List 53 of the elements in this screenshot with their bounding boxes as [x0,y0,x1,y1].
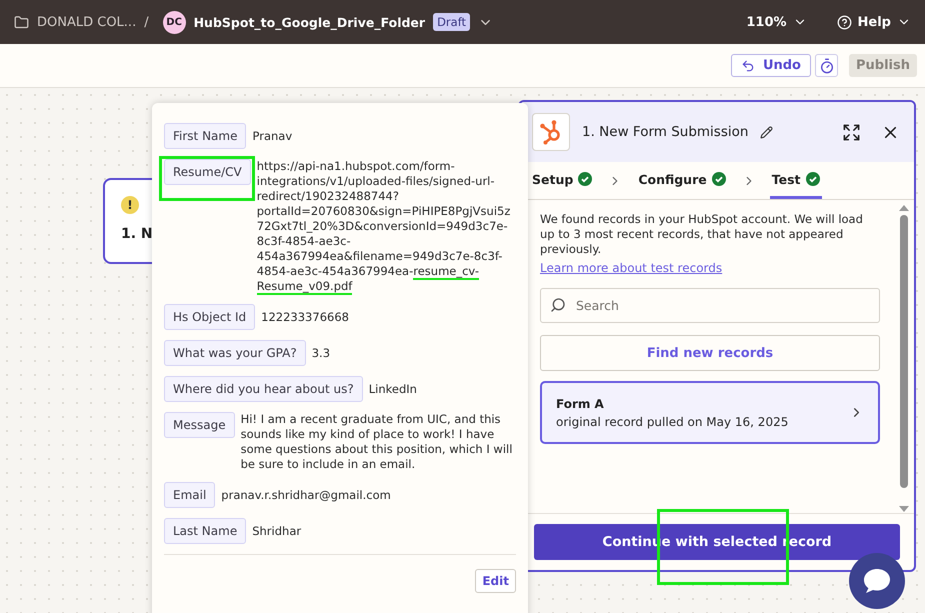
search-field[interactable]: Search [540,288,880,323]
field-value: LinkedIn [368,381,418,397]
scrollbar-thumb[interactable] [900,215,908,488]
field-label: First Name [164,123,246,149]
find-records-button[interactable]: Find new records [540,335,880,371]
field-value: pranav.r.shridhar@gmail.com [221,487,392,503]
zoom-menu[interactable]: 110% [746,14,807,30]
field-value: 3.3 [312,345,332,361]
field-label: Last Name [164,518,246,544]
help-menu[interactable]: Help [836,14,911,30]
undo-icon [740,58,755,72]
breadcrumb-separator: / [144,14,149,30]
field-value: 122233376668 [261,309,350,325]
folder-name[interactable]: DONALD COL... [37,14,136,30]
pencil-icon[interactable] [760,126,774,138]
panel-title: 1. New Form Submission [582,124,748,140]
check-icon [578,172,592,186]
field-value: Pranav [252,128,294,144]
chat-button[interactable] [849,553,905,609]
zap-title: HubSpot_to_Google_Drive_Folder [194,14,426,30]
history-button[interactable] [815,54,838,77]
field-label: Message [164,412,235,438]
check-icon [806,172,820,186]
field-label: Resume/CV [164,159,251,185]
field-value: Shridhar [252,523,302,539]
field-label: Hs Object Id [164,304,256,330]
field-label: Where did you hear about us? [164,376,363,402]
help-link[interactable]: Learn more about test records [540,261,722,275]
folder-icon [14,14,29,30]
search-icon [550,297,566,313]
chat-bubble-icon [862,567,892,595]
node-title: 1. N [121,226,154,242]
warning-icon: ! [121,196,139,214]
field-label: Email [164,482,216,508]
timer-icon [818,58,834,74]
field-label: What was your GPA? [164,340,306,366]
app-logo [532,113,570,151]
step-tab[interactable]: Setup [530,162,594,199]
avatar: DC [162,10,186,34]
description: We found records in your HubSpot account. We will load up to 3 most recent records, that have not appeared previously. [540,212,864,257]
help-icon [836,14,852,30]
field-value: https://api-na1.hubspot.com/form-integrations/v1/uploaded-files/signed-url-redirect/190232488744?portalId=20760830&sign=PiHIPE8PgjVsui5z72Gxt7tl_20%3D&conversionId=949d3c7e-8c3f-4854-ae3c-454a367994ea&filename=949d3c7e-8c3f-4854-ae3c-454a367994ea-resume_cv-Resume_v09.pdf [256,159,512,294]
edit-button[interactable]: Edit [475,569,516,593]
scroll-down-icon[interactable] [899,506,909,513]
step-tab[interactable]: Test [770,162,822,199]
check-icon [712,172,726,186]
scroll-up-icon[interactable] [899,204,909,211]
status-badge: Draft [433,13,470,31]
expand-icon[interactable] [842,122,861,142]
undo-button[interactable]: Undo [730,54,811,77]
step-tab[interactable]: Configure [636,162,728,199]
field-value: Hi! I am a recent graduate from UIC, and this sounds like my kind of place to work! I have some questions about this position, which I will be sure to include in an email. [240,412,514,472]
record-item[interactable]: Form A original record pulled on May 16, 2025 [540,381,880,444]
